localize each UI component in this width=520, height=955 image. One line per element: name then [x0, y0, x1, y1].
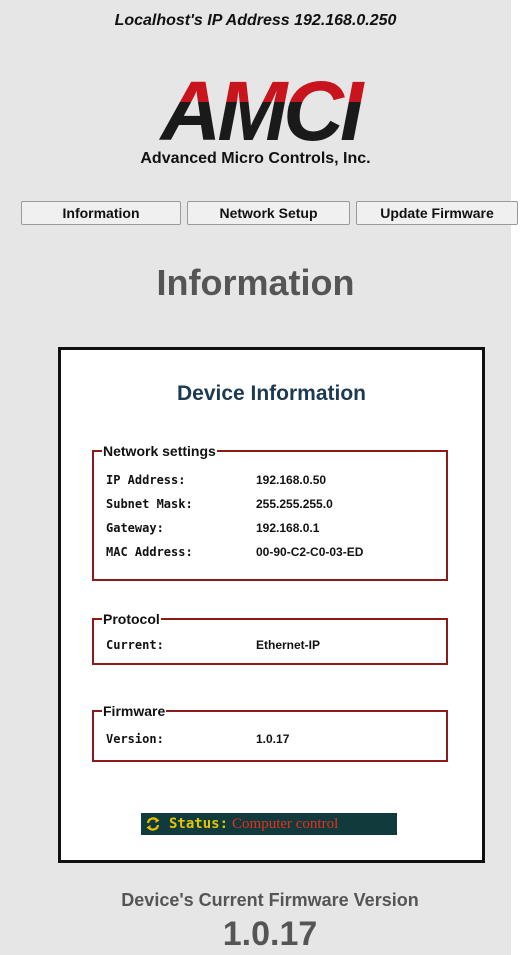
gateway-label: Gateway: [106, 521, 164, 535]
firmware-group: Firmware Version: 1.0.17 [92, 702, 448, 762]
nav-button-network-setup[interactable]: Network Setup [187, 201, 350, 225]
ip-address-value: 192.168.0.50 [256, 473, 327, 487]
firmware-version-display: 1.0.17 [222, 915, 318, 953]
mac-address-value: 00-90-C2-C0-03-ED [256, 545, 364, 559]
gateway-value: 192.168.0.1 [256, 521, 320, 535]
firmware-legend: Firmware [102, 702, 167, 720]
firmware-caption: Device's Current Firmware Version [121, 890, 419, 910]
page-title: Information [156, 262, 355, 303]
network-settings-group: Network settings IP Address: 192.168.0.5… [92, 442, 448, 581]
protocol-current-label: Current: [106, 638, 164, 652]
company-name: Advanced Micro Controls, Inc. [140, 150, 371, 167]
nav-button-update-firmware[interactable]: Update Firmware [356, 201, 518, 225]
device-info-panel: Device Information Network settings IP A… [58, 347, 485, 863]
status-value: Computer control [232, 815, 339, 832]
refresh-icon [145, 816, 161, 832]
protocol-legend: Protocol [102, 610, 161, 628]
window-edge [511, 0, 520, 955]
network-settings-legend: Network settings [102, 442, 217, 460]
status-bar: Status: Computer control [141, 813, 397, 835]
localhost-ip-label: Localhost's IP Address 192.168.0.250 [114, 12, 397, 29]
status-label: Status: [169, 816, 229, 832]
ip-address-label: IP Address: [106, 473, 186, 487]
subnet-mask-label: Subnet Mask: [106, 497, 193, 511]
device-info-title: Device Information [176, 382, 367, 405]
nav-button-information[interactable]: Information [21, 201, 181, 225]
subnet-mask-value: 255.255.255.0 [256, 497, 333, 511]
firmware-version-label: Version: [106, 732, 164, 746]
amci-logo: AMCI AMCI [140, 68, 380, 148]
protocol-current-value: Ethernet-IP [256, 638, 321, 652]
firmware-version-value: 1.0.17 [256, 732, 290, 746]
mac-address-label: MAC Address: [106, 545, 193, 559]
protocol-group: Protocol Current: Ethernet-IP [92, 610, 448, 665]
